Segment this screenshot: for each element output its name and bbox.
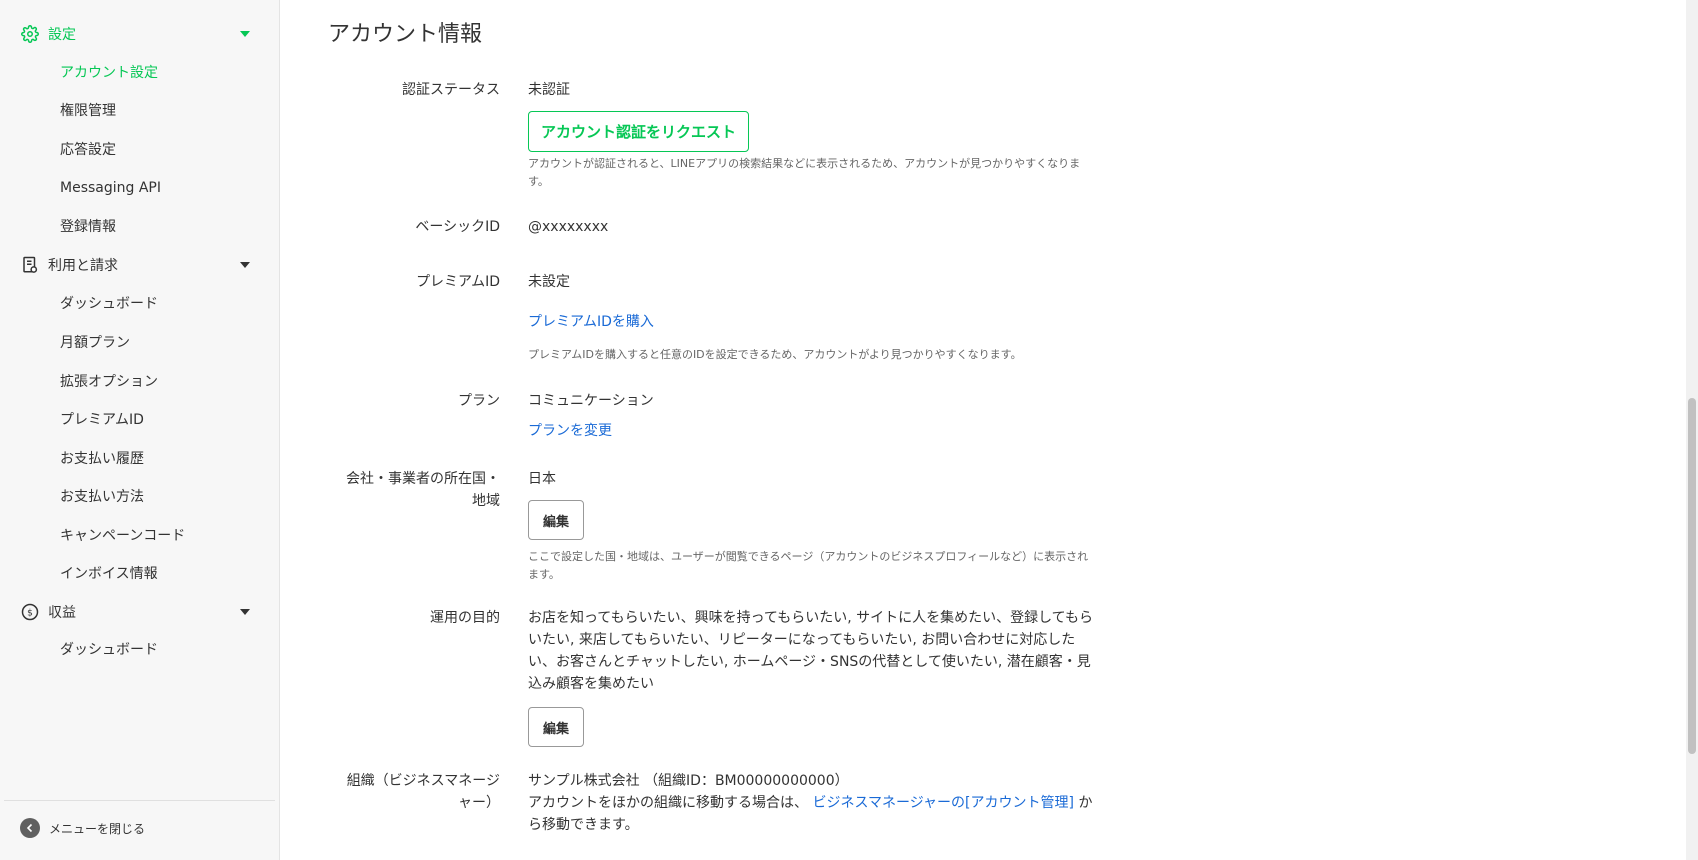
sidebar-section-label: 収益 xyxy=(48,605,76,621)
scrollbar[interactable] xyxy=(1686,0,1698,860)
premium-id-value: 未設定 xyxy=(528,274,570,290)
sidebar-item-account-settings[interactable]: アカウント設定 xyxy=(60,62,158,84)
purpose-value: お店を知ってもらいたい、興味を持ってもらいたい, サイトに人を集めたい、登録して… xyxy=(528,610,1093,692)
sidebar-item-premium-id[interactable]: プレミアムID xyxy=(60,409,144,431)
svg-text:$: $ xyxy=(27,608,33,618)
chevron-left-icon xyxy=(20,818,40,838)
organization-move-text: アカウントをほかの組織に移動する場合は、 ビジネスマネージャーの[アカウント管理… xyxy=(528,792,1100,836)
chevron-down-icon xyxy=(240,609,250,615)
sidebar-item-response-settings[interactable]: 応答設定 xyxy=(60,139,116,161)
edit-country-button[interactable]: 編集 xyxy=(528,500,584,540)
sidebar-divider xyxy=(4,800,275,801)
sidebar-section-label: 設定 xyxy=(48,27,76,43)
sidebar: 設定 アカウント設定 権限管理 応答設定 Messaging API 登録情報 … xyxy=(0,0,280,860)
request-verification-button[interactable]: アカウント認証をリクエスト xyxy=(528,111,749,152)
sidebar-item-payment-method[interactable]: お支払い方法 xyxy=(60,486,144,508)
close-menu-button[interactable]: メニューを閉じる xyxy=(20,818,145,838)
organization-label: 組織（ビジネスマネージ ャー） xyxy=(347,770,500,814)
plan-value: コミュニケーション xyxy=(528,393,654,409)
basic-id-value: @xxxxxxxx xyxy=(528,219,609,235)
basic-id-label: ベーシックID xyxy=(415,219,500,235)
premium-id-help-text: プレミアムIDを購入すると任意のIDを設定できるため、アカウントがより見つかりや… xyxy=(528,348,1022,361)
sidebar-section-settings[interactable]: 設定 xyxy=(20,19,260,49)
close-menu-label: メニューを閉じる xyxy=(49,821,146,836)
change-plan-link[interactable]: プランを変更 xyxy=(528,420,612,442)
country-value: 日本 xyxy=(528,471,556,487)
organization-value: サンプル株式会社 （組織ID：BM00000000000） xyxy=(528,773,849,789)
sidebar-item-permissions[interactable]: 権限管理 xyxy=(60,100,116,122)
country-label: 会社・事業者の所在国・ 地域 xyxy=(346,468,500,512)
sidebar-item-payment-history[interactable]: お支払い履歴 xyxy=(60,448,144,470)
verification-status: 未認証 xyxy=(528,82,570,98)
scrollbar-thumb[interactable] xyxy=(1688,398,1696,754)
country-label-line2: 地域 xyxy=(472,493,500,509)
sidebar-item-revenue-dashboard[interactable]: ダッシュボード xyxy=(60,639,158,661)
organization-label-line1: 組織（ビジネスマネージ xyxy=(346,773,500,789)
country-label-line1: 会社・事業者の所在国・ xyxy=(346,471,500,487)
organization-label-line2: ャー） xyxy=(458,795,500,811)
gear-icon xyxy=(20,24,40,44)
sidebar-item-dashboard[interactable]: ダッシュボード xyxy=(60,293,158,315)
sidebar-item-messaging-api[interactable]: Messaging API xyxy=(60,177,161,199)
receipt-icon xyxy=(20,255,40,275)
sidebar-item-invoice-info[interactable]: インボイス情報 xyxy=(60,563,158,585)
sidebar-item-extension-options[interactable]: 拡張オプション xyxy=(60,371,158,393)
chevron-down-icon xyxy=(240,31,250,37)
sidebar-item-monthly-plan[interactable]: 月額プラン xyxy=(60,332,130,354)
sidebar-item-campaign-code[interactable]: キャンペーンコード xyxy=(60,525,185,547)
dollar-icon: $ xyxy=(20,602,40,622)
plan-label: プラン xyxy=(458,393,500,409)
premium-id-label: プレミアムID xyxy=(416,274,500,290)
buy-premium-id-link[interactable]: プレミアムIDを購入 xyxy=(528,311,654,333)
organization-move-text-before: アカウントをほかの組織に移動する場合は、 xyxy=(528,795,808,811)
verification-label: 認証ステータス xyxy=(402,82,500,98)
chevron-down-icon xyxy=(240,262,250,268)
sidebar-section-revenue[interactable]: $ 収益 xyxy=(20,597,260,627)
verification-help-text: アカウントが認証されると、LINEアプリの検索結果などに表示されるため、アカウン… xyxy=(528,157,1081,188)
country-help-text: ここで設定した国・地域は、ユーザーが閲覧できるページ（アカウントのビジネスプロフ… xyxy=(528,550,1089,581)
sidebar-section-usage-billing[interactable]: 利用と請求 xyxy=(20,250,260,280)
sidebar-section-label: 利用と請求 xyxy=(48,258,118,274)
edit-purpose-button[interactable]: 編集 xyxy=(528,707,584,747)
page-title: アカウント情報 xyxy=(328,22,483,47)
purpose-label: 運用の目的 xyxy=(430,610,500,626)
business-manager-account-link[interactable]: ビジネスマネージャーの[アカウント管理] xyxy=(812,795,1074,811)
sidebar-item-registration-info[interactable]: 登録情報 xyxy=(60,216,116,238)
